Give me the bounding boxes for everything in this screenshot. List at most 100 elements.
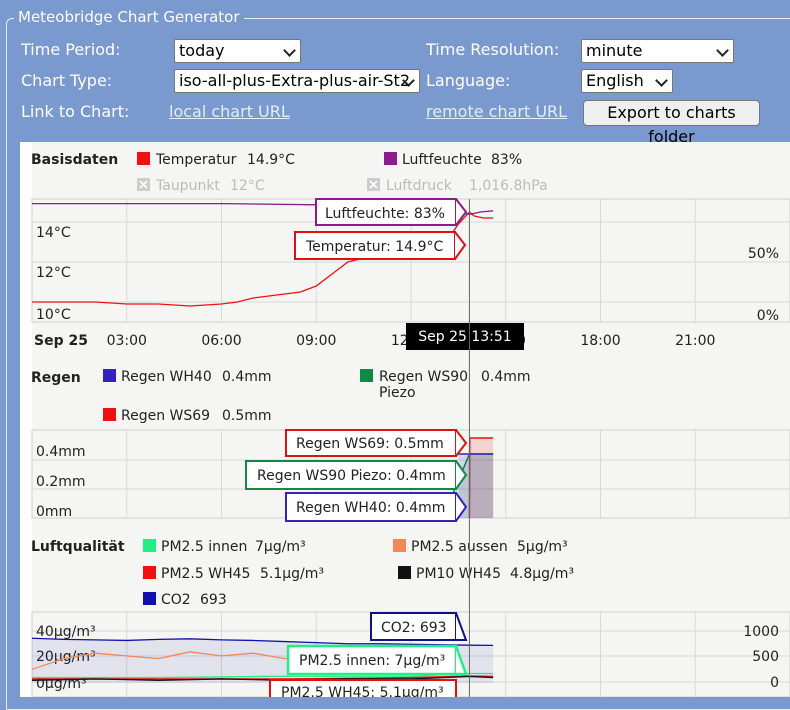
time-resolution-select[interactable]: minute [581, 39, 734, 63]
legend-name-rain-wh40: Regen WH40 [121, 369, 212, 385]
legend-name-temperature: Temperatur [155, 152, 237, 168]
legend-value-dewpoint: 12°C [230, 178, 265, 194]
legend-rain-wh40[interactable]: Regen WH40 0.4mm [103, 369, 272, 385]
x-tick-label: 06:00 [201, 333, 241, 349]
y-tick-basis-left: 12°C [36, 265, 71, 281]
time-period-select[interactable]: today [174, 39, 301, 63]
legend-rain-ws69[interactable]: Regen WS69 0.5mm [103, 408, 272, 424]
tooltip-pm25-wh45: PM2.5 WH45: 5.1µg/m³ [269, 679, 457, 703]
y-tick-basis-right: 50% [748, 246, 779, 262]
app-title: Meteobridge Chart Generator [14, 8, 244, 26]
legend-value-rain-ws69: 0.5mm [222, 408, 272, 424]
tooltip-temperature: Temperatur: 14.9°C [294, 231, 467, 260]
legend-humidity[interactable]: Luftfeuchte 83% [384, 152, 522, 168]
legend-swatch-rain-ws69 [103, 408, 116, 421]
legend-name-rain-ws90-line2: Piezo [379, 385, 416, 401]
chevron-down-icon [716, 44, 729, 57]
chevron-down-icon [655, 74, 668, 87]
legend-value-temperature: 14.9°C [247, 152, 295, 168]
legend-swatch-humidity [384, 152, 397, 165]
tooltip-rain-ws90-text: Regen WS90 Piezo: 0.4mm [257, 468, 446, 484]
chart-area: Basisdaten Temperatur 14.9°C Luftfeuchte… [20, 142, 790, 703]
tooltip-pm25-wh45-text: PM2.5 WH45: 5.1µg/m³ [281, 685, 444, 697]
legend-name-rain-ws69: Regen WS69 [121, 408, 210, 424]
tooltip-pm25-inner-text: PM2.5 innen: 7µg/m³ [299, 653, 445, 669]
y-tick-rain: 0.4mm [36, 444, 86, 460]
legend-name-pressure: Luftdruck [386, 178, 453, 194]
chevron-down-icon [283, 44, 296, 57]
legend-pm25-inner[interactable]: PM2.5 innen 7µg/m³ [143, 539, 306, 555]
legend-swatch-pm25-outer [393, 539, 406, 552]
legend-pm25-wh45[interactable]: PM2.5 WH45 5.1µg/m³ [143, 566, 324, 582]
legend-swatch-rain-ws90 [360, 369, 373, 382]
tooltip-rain-ws90: Regen WS90 Piezo: 0.4mm [245, 460, 468, 490]
legend-name-pm25-wh45: PM2.5 WH45 [161, 566, 250, 582]
tooltip-pm25-inner: PM2.5 innen: 7µg/m³ [286, 644, 468, 676]
tooltip-rain-wh40-text: Regen WH40: 0.4mm [296, 500, 445, 516]
time-resolution-value: minute [586, 41, 643, 60]
legend-name-dewpoint: Taupunkt [155, 178, 220, 194]
language-label: Language: [426, 71, 511, 90]
tooltip-rain-wh40: Regen WH40: 0.4mm [285, 492, 468, 522]
chart-type-value: iso-all-plus-Extra-plus-air-St2 [179, 71, 411, 90]
y-tick-air-right: 1000 [743, 624, 779, 640]
legend-pm25-outer[interactable]: PM2.5 aussen 5µg/m³ [393, 539, 568, 555]
tooltip-humidity: Luftfeuchte: 83% [315, 198, 468, 226]
y-tick-air-right: 0 [770, 675, 779, 691]
link-to-chart-label: Link to Chart: [21, 102, 130, 121]
legend-dewpoint[interactable]: Taupunkt 12°C [137, 178, 265, 194]
y-tick-basis-right: 0% [757, 308, 779, 324]
legend-name-pm25-inner: PM2.5 innen [161, 539, 247, 555]
export-to-charts-folder-button[interactable]: Export to charts folder [583, 100, 760, 146]
crosshair-time-text: Sep 25 13:51 [418, 329, 511, 345]
remote-chart-url-link[interactable]: remote chart URL [426, 102, 567, 122]
legend-name-pm10-wh45: PM10 WH45 [416, 566, 501, 582]
legend-value-rain-ws90: 0.4mm [481, 369, 531, 385]
x-tick-label: 03:00 [107, 333, 147, 349]
x-tick-label: 18:00 [580, 333, 620, 349]
tooltip-rain-ws69-text: Regen WS69: 0.5mm [296, 436, 444, 452]
panel-title-air: Luftqualität [31, 539, 125, 555]
legend-value-pressure: 1,016.8hPa [469, 178, 548, 194]
y-tick-rain: 0.2mm [36, 474, 86, 490]
legend-name-co2: CO2 [161, 592, 191, 608]
legend-value-pm25-outer: 5µg/m³ [517, 539, 568, 555]
tooltip-rain-ws69: Regen WS69: 0.5mm [285, 429, 468, 457]
y-tick-rain: 0mm [36, 504, 72, 520]
legend-name-pm25-outer: PM2.5 aussen [411, 539, 508, 555]
tooltip-temperature-text: Temperatur: 14.9°C [305, 239, 443, 255]
x-tick-label: 21:00 [675, 333, 715, 349]
tooltip-co2-text: CO2: 693 [381, 620, 447, 636]
tooltip-co2: CO2: 693 [370, 612, 468, 641]
legend-swatch-pm10-wh45 [398, 566, 411, 579]
x-axis-date: Sep 25 [34, 333, 88, 349]
local-chart-url-link[interactable]: local chart URL [169, 102, 290, 122]
legend-value-co2: 693 [200, 592, 227, 608]
legend-name-rain-ws90: Regen WS90 [379, 369, 468, 385]
chart-type-select[interactable]: iso-all-plus-Extra-plus-air-St2 [174, 69, 420, 93]
legend-swatch-pm25-wh45 [143, 566, 156, 579]
legend-value-pm25-wh45: 5.1µg/m³ [260, 566, 324, 582]
legend-value-rain-wh40: 0.4mm [222, 369, 272, 385]
panel-title-rain: Regen [31, 370, 81, 386]
legend-swatch-rain-wh40 [103, 369, 116, 382]
language-select[interactable]: English [581, 69, 673, 93]
y-tick-basis-left: 10°C [36, 307, 71, 323]
panel-title-basis: Basisdaten [31, 152, 118, 168]
crosshair-time-label: Sep 25 13:51 [406, 323, 524, 350]
legend-swatch-co2 [143, 592, 156, 605]
chart-svg: Basisdaten Temperatur 14.9°C Luftfeuchte… [31, 142, 790, 703]
legend-value-pm10-wh45: 4.8µg/m³ [510, 566, 574, 582]
time-resolution-label: Time Resolution: [426, 40, 560, 59]
chart-type-label: Chart Type: [21, 71, 113, 90]
legend-name-humidity: Luftfeuchte [402, 152, 482, 168]
y-tick-air-left: 40µg/m³ [36, 624, 96, 640]
legend-temperature[interactable]: Temperatur 14.9°C [137, 152, 295, 168]
legend-swatch-pm25-inner [143, 539, 156, 552]
x-tick-label: 09:00 [296, 333, 336, 349]
time-period-value: today [179, 41, 225, 60]
language-value: English [586, 71, 644, 90]
legend-pm10-wh45[interactable]: PM10 WH45 4.8µg/m³ [398, 566, 574, 582]
time-period-label: Time Period: [21, 40, 121, 59]
y-tick-basis-left: 14°C [36, 225, 71, 241]
